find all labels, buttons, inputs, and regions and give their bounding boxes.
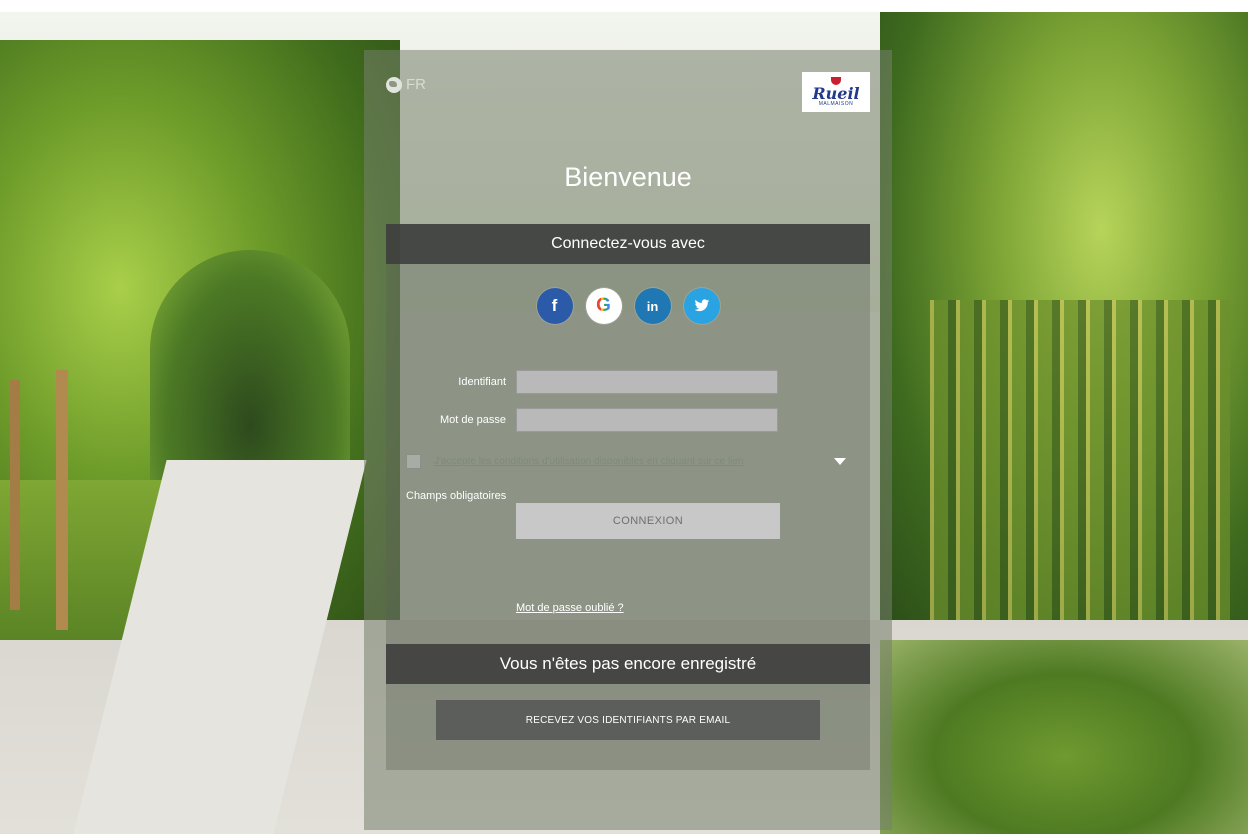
google-login-button[interactable]: G — [585, 288, 622, 324]
page-title: Bienvenue — [564, 162, 692, 192]
globe-icon — [386, 76, 402, 93]
logo-subtitle: MALMAISON — [818, 101, 854, 107]
logo-name: Rueil — [812, 84, 860, 103]
linkedin-login-button[interactable]: in — [634, 288, 671, 324]
identifier-input[interactable] — [516, 370, 778, 394]
background-hedge — [880, 640, 1248, 834]
linkedin-icon: in — [646, 298, 659, 314]
background-post — [56, 370, 68, 630]
identifier-label: Identifiant — [458, 376, 506, 388]
password-input[interactable] — [516, 408, 778, 432]
facebook-login-button[interactable]: f — [536, 288, 573, 324]
request-credentials-button[interactable]: RECEVEZ VOS IDENTIFIANTS PAR EMAIL — [436, 700, 820, 740]
facebook-icon: f — [551, 296, 558, 315]
twitter-icon — [694, 299, 709, 312]
login-panel: FR Rueil MALMAISON Bienvenue Connectez-v… — [364, 50, 892, 830]
background-post — [10, 380, 20, 610]
password-row: Mot de passe — [386, 408, 870, 434]
required-fields-note: Champs obligatoires — [406, 490, 507, 502]
terms-link[interactable]: J'accepte les conditions d'utilisation d… — [434, 456, 744, 467]
chevron-down-icon[interactable] — [834, 458, 846, 465]
language-selector[interactable]: FR — [386, 76, 426, 93]
login-button[interactable]: CONNEXION — [516, 503, 780, 539]
login-header: Connectez-vous avec — [386, 224, 870, 264]
identifier-row: Identifiant — [386, 370, 870, 396]
forgot-password-link[interactable]: Mot de passe oublié ? — [516, 602, 624, 614]
register-header: Vous n'êtes pas encore enregistré — [386, 644, 870, 684]
twitter-login-button[interactable] — [683, 288, 720, 324]
password-label: Mot de passe — [439, 414, 506, 426]
background-bamboo — [930, 300, 1230, 630]
terms-checkbox[interactable] — [406, 454, 421, 469]
top-strip — [0, 0, 1248, 12]
language-code: FR — [406, 76, 426, 93]
google-icon: G — [596, 295, 611, 316]
social-login-buttons: f G in — [386, 288, 870, 324]
login-box: Connectez-vous avec f G in Identifiant M… — [386, 224, 870, 770]
city-logo: Rueil MALMAISON — [802, 72, 870, 112]
